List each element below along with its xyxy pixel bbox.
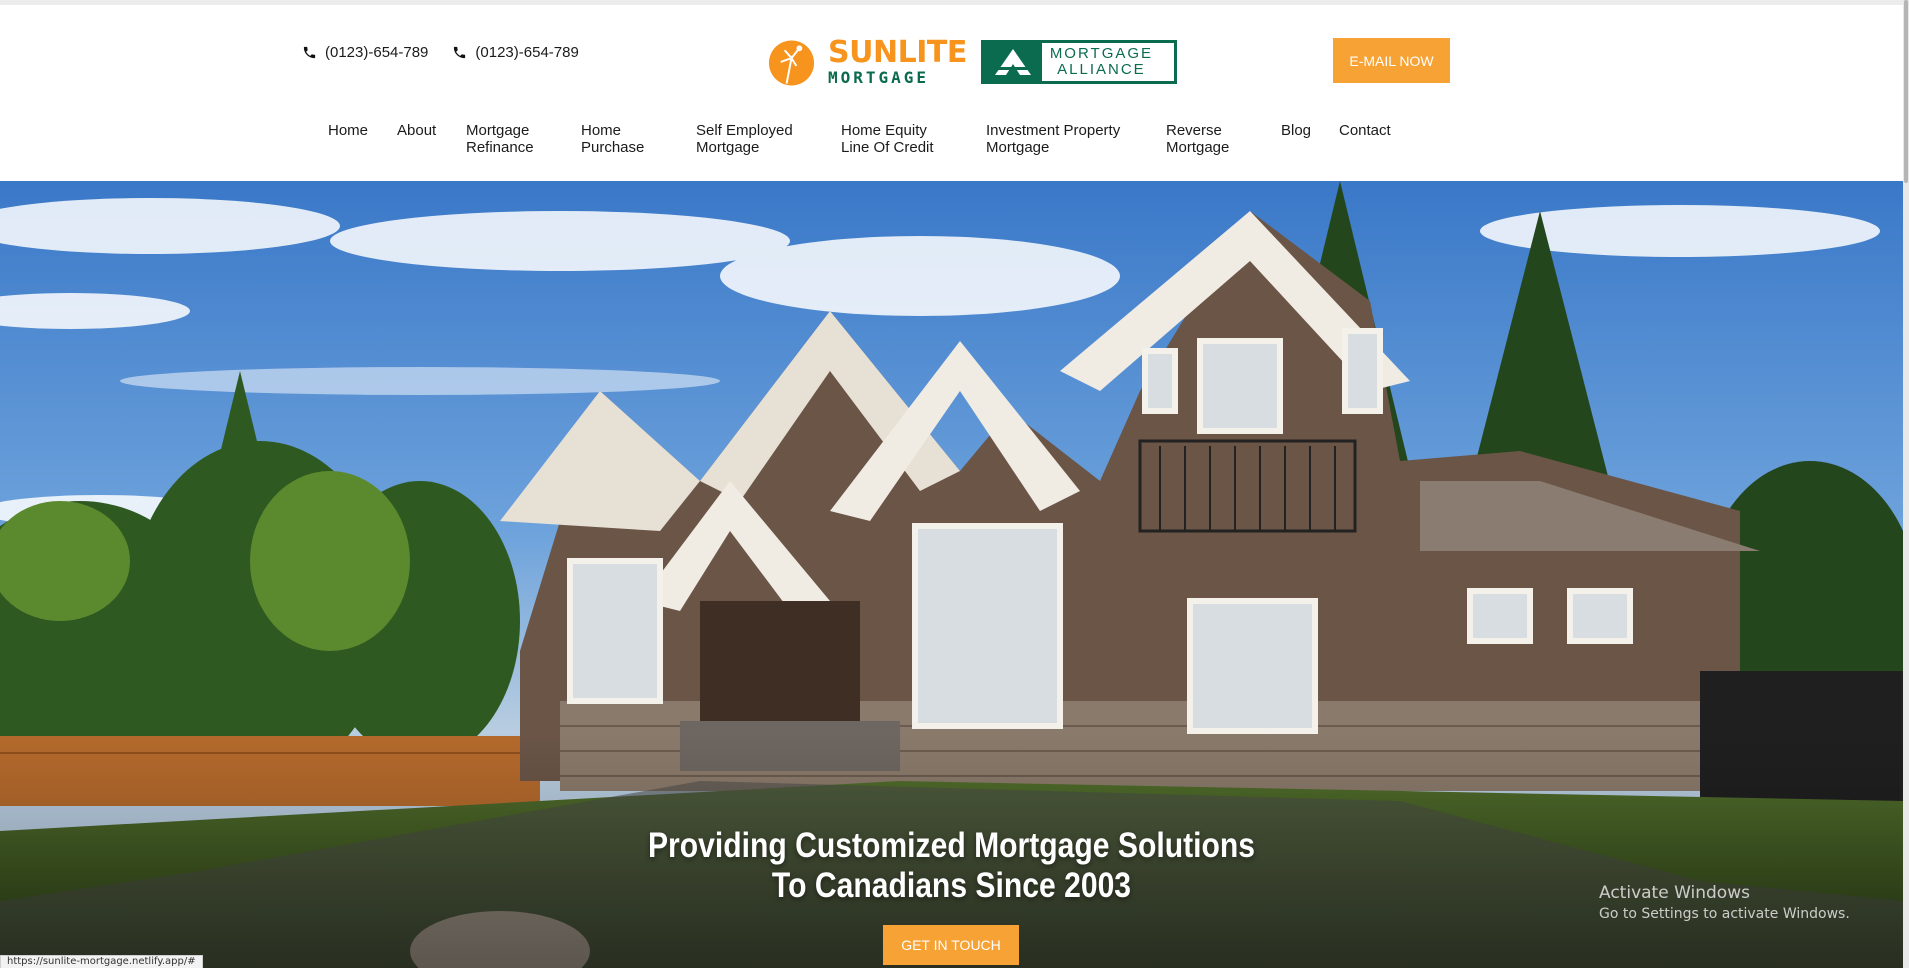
- nav-label: About: [397, 122, 437, 139]
- nav-label-line2: Mortgage: [1166, 139, 1230, 156]
- nav-label: Mortgage: [466, 122, 530, 139]
- nav-label: Reverse: [1166, 122, 1222, 139]
- windows-activation-watermark: Activate Windows Go to Settings to activ…: [1599, 883, 1850, 922]
- scrollbar-thumb[interactable]: [1904, 0, 1908, 183]
- link-status-bar: https://sunlite-mortgage.netlify.app/#: [0, 955, 203, 968]
- brand-name-top: SUNLITE: [828, 35, 967, 70]
- nav-label: Home: [581, 122, 622, 139]
- nav-contact[interactable]: Contact: [1339, 122, 1409, 156]
- site-logo[interactable]: SUNLITE MORTGAGE MORTGAGE ALLIANCE: [767, 36, 1177, 88]
- nav-label-line2: Refinance: [466, 139, 534, 156]
- nav-label: Blog: [1281, 122, 1312, 139]
- watermark-title: Activate Windows: [1599, 883, 1750, 903]
- nav-label-line2: Mortgage: [696, 139, 760, 156]
- phone-icon: [454, 46, 466, 59]
- partner-name-line2: ALLIANCE: [1057, 61, 1146, 78]
- phone-number: (0123)-654-789: [475, 44, 579, 61]
- nav-mortgage-refinance[interactable]: Mortgage Refinance: [466, 122, 581, 156]
- nav-home[interactable]: Home: [328, 122, 397, 156]
- sun-logo-icon: [768, 40, 815, 86]
- nav-reverse-mortgage[interactable]: Reverse Mortgage: [1166, 122, 1281, 156]
- hero-headline-line2: To Canadians Since 2003: [771, 866, 1132, 905]
- phone-list: (0123)-654-789 (0123)-654-789: [302, 44, 579, 61]
- alliance-mark-icon: [983, 43, 1042, 81]
- nav-self-employed-mortgage[interactable]: Self Employed Mortgage: [696, 122, 841, 156]
- nav-label: Self Employed: [696, 122, 793, 139]
- nav-label: Investment Property: [986, 122, 1121, 139]
- phone-number: (0123)-654-789: [325, 44, 429, 61]
- nav-label-line2: Line Of Credit: [841, 139, 934, 156]
- nav-label-line2: Purchase: [581, 139, 645, 156]
- nav-label-line2: Mortgage: [986, 139, 1050, 156]
- nav-investment-property-mortgage[interactable]: Investment Property Mortgage: [986, 122, 1166, 156]
- hero-headline-line1: Providing Customized Mortgage Solutions: [647, 826, 1256, 865]
- email-now-button[interactable]: E-MAIL NOW: [1333, 38, 1450, 83]
- brand-name-bottom: MORTGAGE: [828, 68, 930, 87]
- nav-label: Home Equity: [841, 122, 927, 139]
- brand-wordmark: SUNLITE MORTGAGE: [828, 38, 967, 86]
- phone-link-2[interactable]: (0123)-654-789: [452, 44, 579, 61]
- get-in-touch-button[interactable]: GET IN TOUCH: [883, 925, 1019, 965]
- phone-link-1[interactable]: (0123)-654-789: [302, 44, 428, 61]
- site-header: (0123)-654-789 (0123)-654-789 SUNLITE MO…: [0, 5, 1903, 181]
- nav-about[interactable]: About: [397, 122, 466, 156]
- partner-name: MORTGAGE ALLIANCE: [1042, 46, 1153, 78]
- nav-home-purchase[interactable]: Home Purchase: [581, 122, 696, 156]
- nav-label: Home: [328, 122, 369, 139]
- main-nav: Home About Mortgage Refinance Home Purch…: [328, 122, 1409, 156]
- watermark-subtitle: Go to Settings to activate Windows.: [1599, 906, 1850, 922]
- nav-home-equity-loc[interactable]: Home Equity Line Of Credit: [841, 122, 986, 156]
- partner-name-line1: MORTGAGE: [1049, 45, 1154, 63]
- nav-blog[interactable]: Blog: [1281, 122, 1339, 156]
- hero-headline: Providing Customized Mortgage Solutions …: [133, 826, 1770, 906]
- nav-label: Contact: [1339, 122, 1391, 139]
- phone-icon: [303, 46, 316, 59]
- partner-logo: MORTGAGE ALLIANCE: [980, 40, 1177, 84]
